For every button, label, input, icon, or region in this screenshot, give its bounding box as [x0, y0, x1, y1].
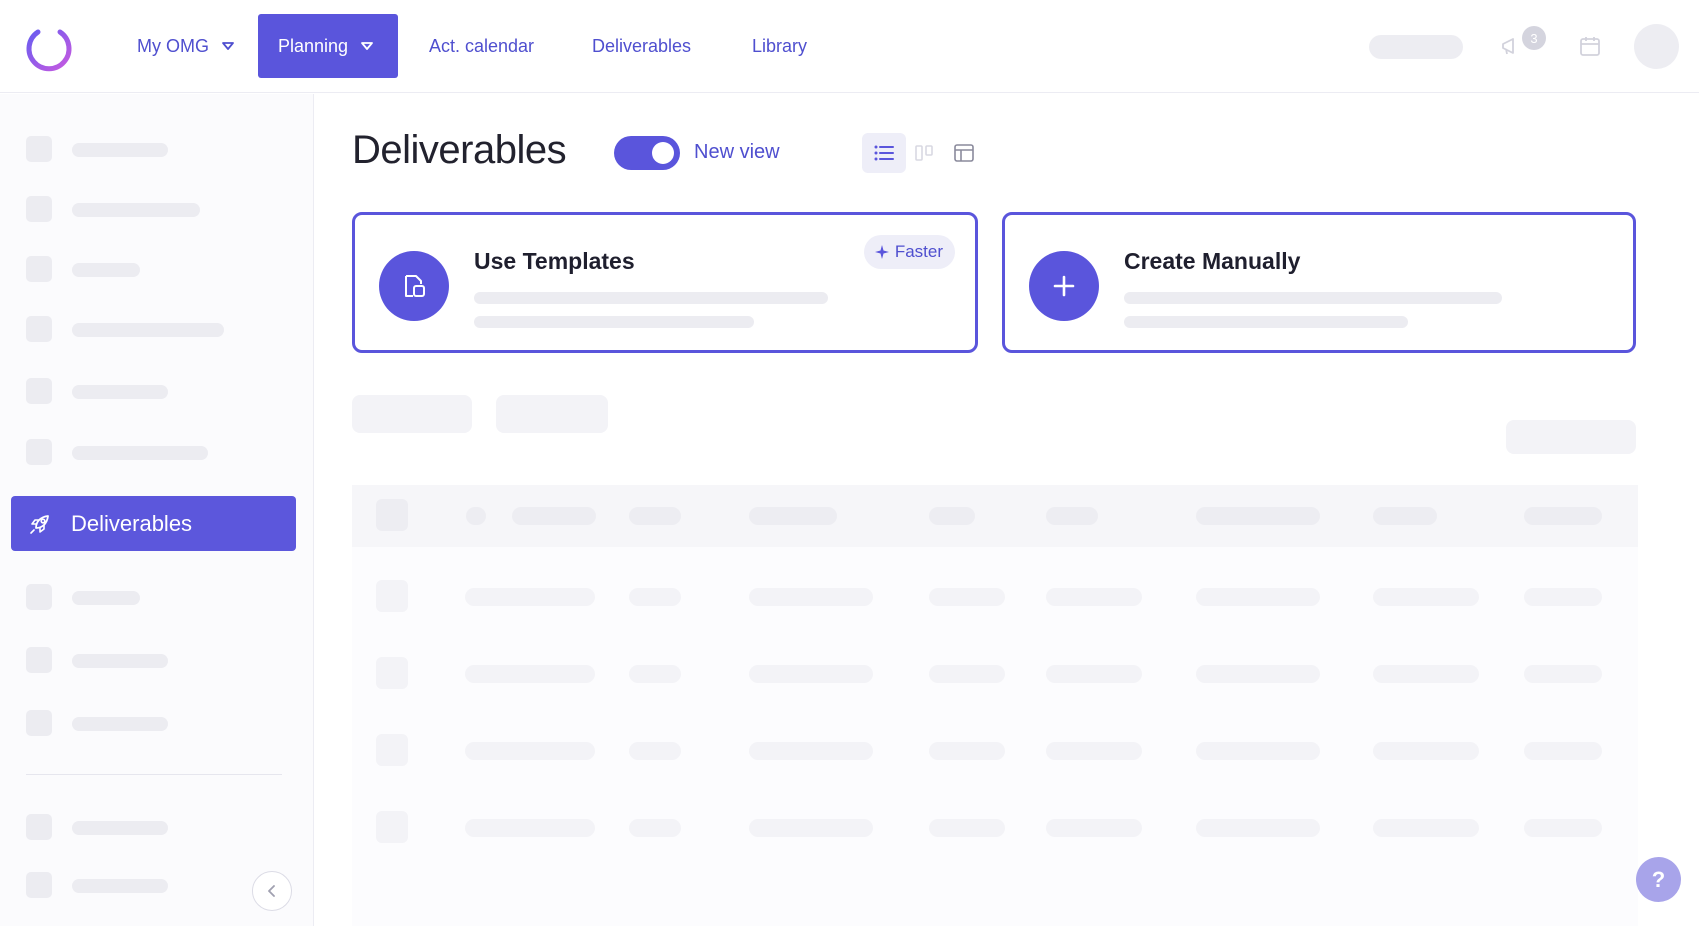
filter-placeholder[interactable] [496, 395, 608, 433]
nav-act-calendar[interactable]: Act. calendar [429, 14, 534, 78]
new-view-toggle-label: New view [694, 141, 780, 163]
nav-library[interactable]: Library [752, 14, 807, 78]
nav-my-omg-label: My OMG [137, 35, 209, 56]
table-row[interactable] [352, 657, 1638, 697]
faster-badge-label: Faster [894, 242, 943, 261]
table-row[interactable] [352, 580, 1638, 620]
kanban-view-button[interactable] [902, 133, 946, 173]
power-logo-icon[interactable] [22, 18, 76, 72]
chevron-left-icon [268, 885, 275, 897]
kanban-view-icon [915, 145, 933, 161]
nav-my-omg[interactable]: My OMG [137, 14, 235, 78]
list-view-icon [874, 145, 894, 161]
nav-planning[interactable]: Planning [258, 14, 398, 78]
list-view-button[interactable] [862, 133, 906, 173]
nav-planning-label: Planning [278, 35, 349, 56]
use-templates-title: Use Templates [474, 248, 635, 274]
description-placeholder [1124, 316, 1408, 328]
nav-library-label: Library [752, 35, 808, 56]
rocket-icon [30, 514, 49, 534]
nav-act-calendar-label: Act. calendar [429, 35, 535, 56]
table-layout-button[interactable] [942, 133, 986, 173]
deliverables-table-skeleton [352, 485, 1638, 926]
table-header [352, 485, 1638, 547]
page-title: Deliverables [352, 128, 567, 172]
table-row[interactable] [352, 734, 1638, 774]
collapse-sidebar-button[interactable] [252, 871, 292, 911]
description-placeholder [1124, 292, 1502, 304]
new-view-toggle[interactable] [614, 136, 680, 170]
filter-placeholder[interactable] [352, 395, 472, 433]
chevron-down-icon [222, 42, 234, 50]
action-button-placeholder[interactable] [1506, 420, 1636, 454]
use-templates-card[interactable]: Use Templates Faster [352, 212, 978, 353]
nav-deliverables[interactable]: Deliverables [592, 14, 691, 78]
top-navigation-bar: My OMG Planning Act. calendar Deliverabl… [0, 0, 1699, 93]
calendar-icon[interactable] [1578, 34, 1602, 58]
sidebar-item-label: Deliverables [71, 510, 193, 536]
description-placeholder [474, 316, 754, 328]
chevron-down-icon [361, 42, 373, 50]
sidebar-divider [26, 774, 282, 775]
sidebar: Deliverables [0, 94, 314, 926]
megaphone-icon[interactable] [1499, 34, 1523, 58]
create-manually-title: Create Manually [1124, 248, 1301, 274]
description-placeholder [474, 292, 828, 304]
user-name-placeholder [1369, 35, 1463, 59]
faster-badge: Faster [863, 235, 955, 269]
sidebar-item-deliverables[interactable]: Deliverables [11, 496, 296, 551]
sparkle-icon [874, 245, 889, 259]
nav-deliverables-label: Deliverables [592, 35, 692, 56]
table-layout-icon [954, 144, 974, 162]
avatar[interactable] [1634, 24, 1679, 69]
template-icon [379, 251, 449, 321]
table-row[interactable] [352, 811, 1638, 851]
create-manually-card[interactable]: Create Manually [1002, 212, 1636, 353]
help-button[interactable]: ? [1636, 857, 1681, 902]
notification-count-badge: 3 [1522, 26, 1546, 50]
plus-icon [1029, 251, 1099, 321]
